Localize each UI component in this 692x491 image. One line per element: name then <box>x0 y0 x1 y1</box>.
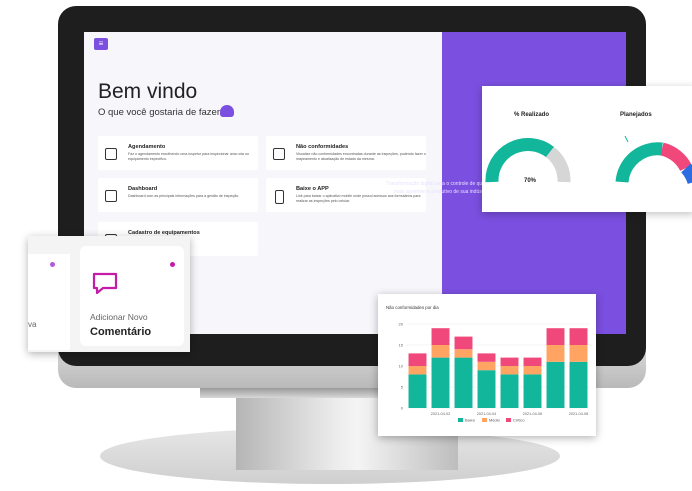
chat-icon <box>92 272 118 294</box>
legend-label: Crítico <box>513 418 525 423</box>
previous-card[interactable]: va <box>28 254 70 350</box>
add-comment-label-1: Adicionar Novo <box>90 312 148 322</box>
page-subtitle: O que você gostaria de fazer? <box>98 107 226 118</box>
card-title: Agendamento <box>128 144 166 150</box>
y-tick-label: 5 <box>401 385 404 390</box>
document-icon <box>273 148 285 160</box>
gauge-planejados-arc-critico <box>660 142 692 172</box>
bar-segment-médio <box>408 366 427 375</box>
card-description: Faz o agendamento escolhendo uma inspeto… <box>128 152 249 161</box>
bar-segment-médio <box>454 349 473 358</box>
bar-segment-médio <box>523 366 542 375</box>
marketing-composite: ≡ Bem vindo O que você gostaria de fazer… <box>0 0 692 491</box>
add-comment-label-2: Comentário <box>90 326 152 338</box>
bar-segment-baixo <box>454 357 473 408</box>
card-nao-conformidades[interactable]: Não conformidades Visualize não conformi… <box>266 136 426 170</box>
card-agendamento[interactable]: Agendamento Faz o agendamento escolhendo… <box>98 136 258 170</box>
gauge-realizado-arc <box>485 137 554 183</box>
y-tick-label: 0 <box>401 406 404 411</box>
add-comment-card[interactable]: Adicionar Novo Comentário <box>80 246 184 346</box>
user-avatar-icon <box>220 105 234 117</box>
chart-icon <box>105 190 117 202</box>
bar-segment-crítico <box>454 336 473 350</box>
legend-label: Médio <box>489 418 501 423</box>
gauge-realizado-value: 70% <box>524 178 537 184</box>
x-tick-label: 2021-04-08 <box>569 412 588 416</box>
previous-card-label: va <box>28 320 37 329</box>
bar-segment-médio <box>546 345 565 362</box>
bar-segment-baixo <box>500 374 519 408</box>
bar-chart-card: Não conformidades por dia 0 5 10 15 20 2021-0… <box>378 294 596 436</box>
bar-segment-médio <box>569 345 588 362</box>
bar-segment-médio <box>500 366 519 375</box>
y-tick-label: 15 <box>399 343 404 348</box>
bar-segment-crítico <box>500 357 519 366</box>
bar-segment-baixo <box>477 370 496 408</box>
bar-segment-crítico <box>431 328 450 345</box>
bar-segment-crítico <box>546 328 565 345</box>
bar-segment-médio <box>477 361 496 371</box>
bar-segment-médio <box>431 345 450 358</box>
gauge-planejados-callout <box>624 135 629 143</box>
bar-segment-crítico <box>523 357 542 366</box>
gauges-card: % Realizado Planejados 70% <box>482 86 692 212</box>
calendar-icon <box>105 148 117 160</box>
y-tick-label: 20 <box>399 322 404 327</box>
card-dashboard[interactable]: Dashboard Dashboard com as principais in… <box>98 178 258 212</box>
bar-segment-crítico <box>477 353 496 362</box>
card-description: Dashboard com as principais informações … <box>128 194 240 198</box>
x-tick-label: 2021-04-02 <box>431 412 450 416</box>
legend-swatch <box>482 418 487 422</box>
legend-label: Baixo <box>465 418 476 423</box>
x-tick-label: 2021-04-04 <box>477 412 496 416</box>
bar-segment-baixo <box>431 357 450 408</box>
hamburger-icon[interactable]: ≡ <box>94 38 108 50</box>
bar-segment-baixo <box>408 374 427 408</box>
bar-segment-baixo <box>523 374 542 408</box>
bar-segment-crítico <box>408 353 427 366</box>
phone-icon <box>275 190 284 204</box>
y-tick-label: 10 <box>399 364 404 369</box>
gauge-planejados-arc-baixo <box>615 142 663 183</box>
legend-swatch <box>458 418 463 422</box>
gauge-planejados-arc-extra <box>680 163 692 185</box>
card-title: Não conformidades <box>296 144 349 150</box>
comment-card-panel: va Adicionar Novo Comentário <box>28 236 190 352</box>
status-dot <box>170 262 175 267</box>
card-title: Baixe o APP <box>296 186 329 192</box>
bar-segment-crítico <box>569 328 588 345</box>
gauge-graphics <box>485 135 692 185</box>
status-dot <box>50 262 55 267</box>
page-title: Bem vindo <box>98 80 198 103</box>
bar-segment-baixo <box>569 361 588 408</box>
bar-chart: 0 5 10 15 20 2021-04-02 2021-04-04 2021-04-06 20… <box>399 322 590 423</box>
gauge-realizado-remainder <box>545 146 571 183</box>
bar-segment-baixo <box>546 361 565 408</box>
x-tick-label: 2021-04-06 <box>523 412 542 416</box>
card-title: Dashboard <box>128 186 158 192</box>
card-description: Visualize não conformidades encontradas … <box>296 152 426 161</box>
legend-swatch <box>506 418 511 422</box>
